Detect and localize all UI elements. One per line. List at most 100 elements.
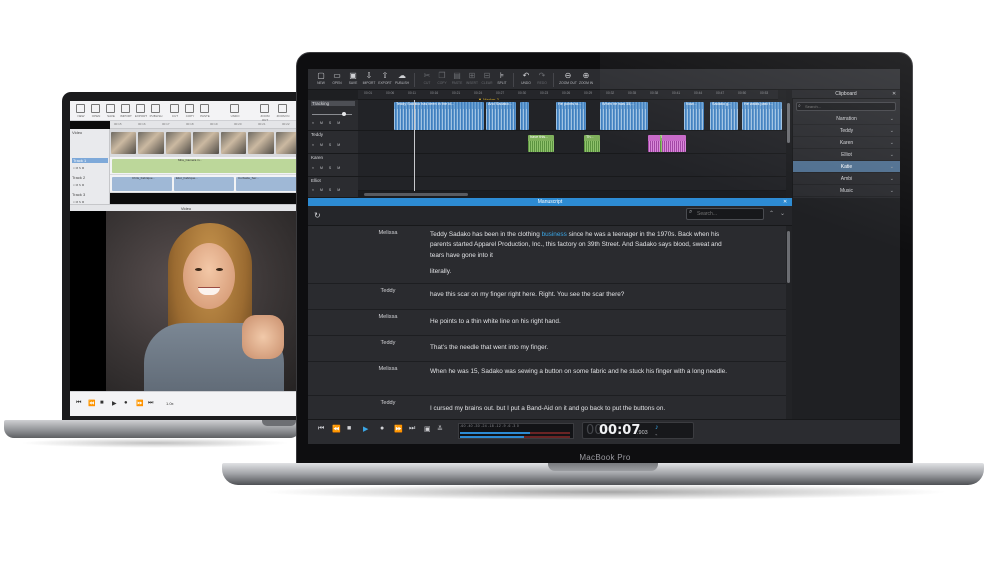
fast-forward-icon[interactable]: ⏩ xyxy=(136,400,143,407)
zoom-out-button[interactable]: ⊖ ZOOM OUT xyxy=(559,71,577,90)
clipboard-item[interactable]: Elliot ⌄ xyxy=(793,149,900,161)
scissors-icon[interactable] xyxy=(170,104,179,113)
audio-clip[interactable]: Sadako g... xyxy=(710,102,738,130)
manuscript-row[interactable]: Melissa He points to a thin white line o… xyxy=(308,310,786,336)
refresh-icon[interactable]: ↻ xyxy=(314,211,321,220)
manuscript-text[interactable]: have this scar on my finger right here. … xyxy=(430,290,730,300)
playhead[interactable] xyxy=(414,100,415,198)
skip-forward-icon[interactable]: ⏭ xyxy=(148,400,153,407)
zoom-out-icon[interactable] xyxy=(260,104,269,113)
clipboard-item[interactable]: Karen ⌄ xyxy=(793,137,900,149)
manuscript-scroll-thumb[interactable] xyxy=(787,231,790,283)
chevron-down-icon[interactable]: ⌄ xyxy=(890,113,894,125)
manuscript-row[interactable]: Teddy have this scar on my finger right … xyxy=(308,284,786,310)
chevron-up-icon[interactable]: ⌃ xyxy=(769,210,774,217)
copy-icon[interactable] xyxy=(185,104,194,113)
track-controls[interactable]: × M S M xyxy=(312,143,343,147)
audio-clip[interactable]: When he was 15,... xyxy=(600,102,648,130)
video-thumbnail-strip[interactable] xyxy=(110,129,302,157)
track-lane-narration[interactable]: Teddy Sadako has been in the cl... And S… xyxy=(358,100,786,131)
save-icon[interactable] xyxy=(106,104,115,113)
export-button[interactable]: ⇧ EXPORT xyxy=(376,71,394,90)
audio-clip[interactable] xyxy=(520,102,529,130)
skip-forward-icon[interactable]: ⏭ xyxy=(409,425,415,433)
clipboard-item[interactable]: Music ⌄ xyxy=(793,185,900,197)
loop-icon[interactable]: ▣ xyxy=(424,425,431,433)
audio-clip[interactable]: Eliot_Fabrique... xyxy=(174,176,234,191)
time-mode-icon[interactable]: ⌁ xyxy=(655,432,657,437)
stop-icon[interactable]: ■ xyxy=(347,425,351,432)
track-controls[interactable]: × M S M xyxy=(312,188,343,192)
record-icon[interactable]: ● xyxy=(380,425,384,432)
new-file-icon[interactable] xyxy=(76,104,85,113)
mute-solo-controls[interactable]: × M S M xyxy=(73,166,84,170)
clipboard-item[interactable]: Teddy ⌄ xyxy=(793,125,900,137)
paste-icon[interactable] xyxy=(200,104,209,113)
rewind-icon[interactable]: ⏪ xyxy=(332,425,341,433)
manuscript-text[interactable]: Teddy Sadako has been in the clothing bu… xyxy=(430,230,730,278)
split-button[interactable]: ⊧ SPLIT xyxy=(493,71,511,90)
mute-solo-controls[interactable]: × M S M xyxy=(73,183,84,187)
back-track-name[interactable]: Track 1 xyxy=(72,158,108,163)
speed-label[interactable]: 1.0x xyxy=(166,401,174,406)
cloud-upload-icon[interactable] xyxy=(151,104,160,113)
audio-clip[interactable]: Th... xyxy=(584,135,600,152)
track-lane-karen[interactable] xyxy=(358,135,786,177)
audio-clip[interactable] xyxy=(648,135,660,152)
zoom-in-icon[interactable] xyxy=(278,104,287,113)
timeline-vertical-thumb[interactable] xyxy=(787,103,790,143)
track-controls[interactable]: × M S M xyxy=(312,166,343,170)
back-ruler[interactable]: 00:15 00:16 00:17 00:18 00:19 00:20 00:2… xyxy=(110,121,302,129)
chevron-down-icon[interactable]: ⌄ xyxy=(890,173,894,185)
audio-clip[interactable]: have this... xyxy=(528,135,554,152)
audio-clip[interactable]: Curbside_Ser... xyxy=(236,176,300,191)
audio-clip[interactable]: Mira_Camera.m... xyxy=(112,158,300,173)
clipboard-item-selected[interactable]: Katie ⌄ xyxy=(793,161,900,173)
audio-clip[interactable]: He walks past t... xyxy=(742,102,782,130)
scrub-icon[interactable]: ≚ xyxy=(437,425,443,433)
track-lane-elliot[interactable] xyxy=(358,177,786,191)
back-track-name[interactable]: Track 3 xyxy=(72,192,85,197)
audio-clip[interactable]: Teddy Sadako has been in the cl... xyxy=(394,102,484,130)
timeline-ruler[interactable]: 00:01 00:06 00:11 00:16 00:21 00:24 00:2… xyxy=(358,90,778,102)
publish-button[interactable]: ☁ PUBLISH xyxy=(393,71,411,90)
close-icon[interactable]: ✕ xyxy=(892,91,896,97)
audio-clip[interactable]: Chris_Fabrique... xyxy=(112,176,172,191)
video-preview[interactable] xyxy=(70,211,302,391)
skip-back-icon[interactable]: ⏮ xyxy=(318,425,324,433)
chevron-down-icon[interactable]: ⌄ xyxy=(890,137,894,149)
rewind-icon[interactable]: ⏪ xyxy=(88,400,95,407)
audio-clip[interactable]: Now... xyxy=(684,102,704,130)
manuscript-row[interactable]: Melissa Teddy Sadako has been in the clo… xyxy=(308,226,786,284)
audio-clip[interactable] xyxy=(662,135,686,152)
volume-knob[interactable] xyxy=(342,112,346,116)
manuscript-row[interactable]: Melissa When he was 15, Sadako was sewin… xyxy=(308,362,786,396)
audio-clip[interactable]: He points to... xyxy=(556,102,586,130)
back-track-name[interactable]: Video xyxy=(72,130,82,135)
track-name[interactable]: Karen xyxy=(311,155,323,160)
track-name[interactable]: Tracking xyxy=(311,101,355,106)
clipboard-search-input[interactable] xyxy=(796,102,896,111)
stop-icon[interactable]: ■ xyxy=(100,400,104,406)
clipboard-item[interactable]: Ambi ⌄ xyxy=(793,173,900,185)
play-icon[interactable]: ▶ xyxy=(112,400,117,407)
export-icon[interactable] xyxy=(136,104,145,113)
timeline-scroll-thumb[interactable] xyxy=(364,193,468,196)
manuscript-text[interactable]: When he was 15, Sadako was sewing a butt… xyxy=(430,367,730,377)
back-track-name[interactable]: Track 2 xyxy=(72,175,85,180)
zoom-in-button[interactable]: ⊕ ZOOM IN xyxy=(577,71,595,90)
chevron-down-icon[interactable]: ⌄ xyxy=(890,161,894,173)
track-name[interactable]: Elliot xyxy=(311,178,321,183)
volume-slider[interactable] xyxy=(312,114,352,115)
chevron-down-icon[interactable]: ⌄ xyxy=(780,210,785,217)
time-format-icon[interactable]: ♪ xyxy=(655,424,659,431)
track-name[interactable]: Teddy xyxy=(311,132,323,137)
manuscript-text[interactable]: I cursed my brains out. but I put a Band… xyxy=(430,404,730,414)
manuscript-search-input[interactable] xyxy=(686,208,764,220)
close-icon[interactable]: ✕ xyxy=(783,198,787,206)
track-lane-teddy[interactable]: have this... Th... Th... xyxy=(358,131,786,154)
folder-icon[interactable] xyxy=(91,104,100,113)
skip-back-icon[interactable]: ⏮ xyxy=(76,400,81,407)
track-controls[interactable]: × M S M xyxy=(312,121,343,125)
record-icon[interactable]: ● xyxy=(124,400,128,406)
